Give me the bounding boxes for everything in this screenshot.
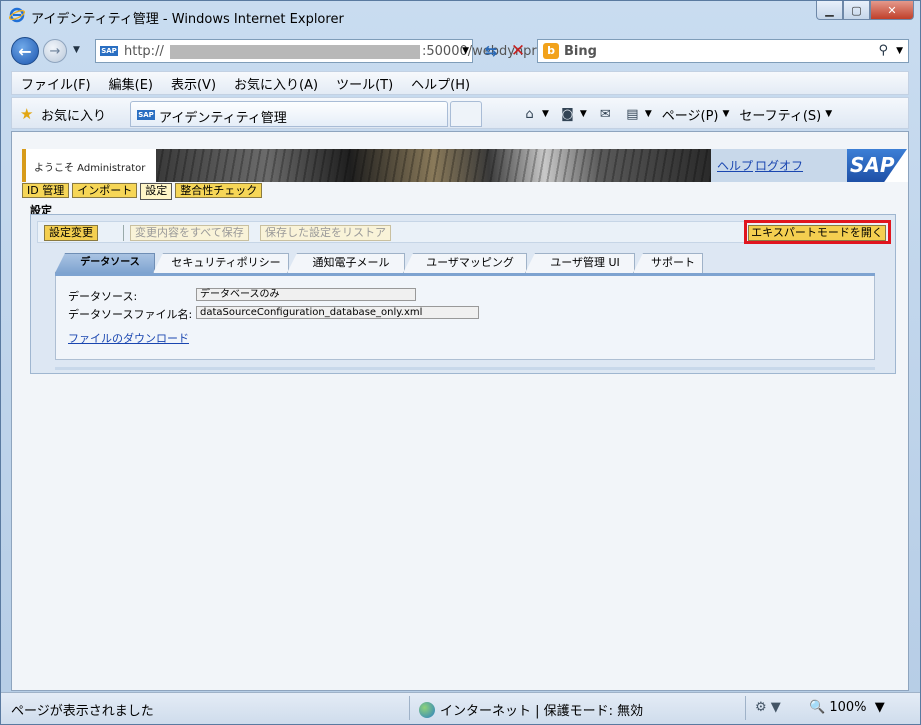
search-icon[interactable]: ⚲ bbox=[878, 43, 888, 58]
download-file-link[interactable]: ファイルのダウンロード bbox=[68, 330, 189, 346]
status-separator bbox=[409, 696, 410, 720]
zoom-level: 100% bbox=[829, 700, 867, 715]
tab-user-management-ui[interactable]: ユーザ管理 UI bbox=[525, 253, 635, 273]
address-bar[interactable]: SAP http:// :50000/webdynpro/ ▼ bbox=[95, 39, 549, 63]
welcome-area: ようこそ Administrator bbox=[26, 149, 156, 182]
close-button[interactable]: ✕ bbox=[870, 1, 914, 20]
page-menu-label: ページ(P) bbox=[661, 108, 719, 124]
security-zone-text: インターネット | 保護モード: 無効 bbox=[440, 704, 644, 719]
tab-security-policy[interactable]: セキュリティポリシー bbox=[153, 253, 289, 273]
menu-view[interactable]: 表示(V) bbox=[162, 74, 225, 93]
sap-header: ようこそ Administrator ヘルプ ログオフ SAP bbox=[22, 149, 908, 185]
safety-menu-label: セーフティ(S) bbox=[739, 108, 822, 124]
settings-toolbar: 設定変更 変更内容をすべて保存 保存した設定をリストア エキスパートモードを開く bbox=[37, 220, 891, 244]
mail-button[interactable]: ✉ bbox=[592, 106, 619, 123]
history-dropdown-icon[interactable]: ▼ bbox=[73, 45, 80, 55]
tab-notification-email[interactable]: 通知電子メール bbox=[287, 253, 405, 273]
menu-bar: ファイル(F) 編集(E) 表示(V) お気に入り(A) ツール(T) ヘルプ(… bbox=[11, 71, 909, 95]
print-button[interactable]: ▤ ▼ bbox=[619, 106, 657, 123]
globe-icon bbox=[419, 702, 435, 718]
restore-button[interactable]: 保存した設定をリストア bbox=[260, 225, 391, 241]
tab-import[interactable]: インポート bbox=[72, 183, 138, 198]
settings-panel: 設定変更 変更内容をすべて保存 保存した設定をリストア エキスパートモードを開く… bbox=[30, 214, 896, 374]
safety-menu[interactable]: セーフティ(S) ▼ bbox=[734, 105, 837, 124]
home-button[interactable]: ⌂ ▼ bbox=[516, 106, 554, 123]
status-text: ページが表示されました bbox=[11, 704, 154, 719]
favorites-button[interactable]: お気に入り bbox=[41, 105, 106, 124]
datasource-file-label: データソースファイル名: bbox=[68, 308, 193, 321]
maximize-button[interactable]: ▢ bbox=[843, 1, 870, 20]
tab-user-mapping[interactable]: ユーザマッピング bbox=[403, 253, 527, 273]
menu-tools[interactable]: ツール(T) bbox=[327, 74, 402, 93]
security-zone[interactable]: インターネット | 保護モード: 無効 bbox=[419, 700, 643, 719]
url-prefix: http:// bbox=[124, 44, 164, 59]
search-box[interactable]: b Bing ⚲ ▼ bbox=[537, 39, 909, 63]
refresh-icon[interactable]: ⇆ bbox=[479, 39, 503, 63]
home-icon: ⌂ bbox=[525, 106, 534, 122]
printer-icon: ▤ bbox=[626, 106, 639, 122]
page-viewport: ようこそ Administrator ヘルプ ログオフ SAP ID 管理 イン… bbox=[11, 131, 909, 691]
top-level-tabs: ID 管理 インポート 設定 整合性チェック bbox=[22, 183, 263, 200]
open-expert-mode-button[interactable]: エキスパートモードを開く bbox=[748, 225, 886, 241]
browser-tab[interactable]: SAP アイデンティティ管理 bbox=[130, 101, 448, 127]
help-link[interactable]: ヘルプ bbox=[717, 157, 753, 174]
zoom-control[interactable]: 🔍 100% ▼ bbox=[809, 700, 885, 715]
bing-icon: b bbox=[543, 43, 559, 59]
datasource-field: データベースのみ bbox=[196, 288, 416, 301]
settings-tabs: データソース セキュリティポリシー 通知電子メール ユーザマッピング ユーザ管理… bbox=[55, 251, 875, 273]
change-settings-button[interactable]: 設定変更 bbox=[44, 225, 98, 241]
tab-sap-icon: SAP bbox=[137, 110, 155, 120]
welcome-text: ようこそ Administrator bbox=[34, 163, 146, 174]
mail-icon: ✉ bbox=[599, 106, 611, 122]
search-provider: Bing bbox=[564, 44, 597, 59]
header-links: ヘルプ ログオフ bbox=[711, 149, 847, 182]
title-bar: アイデンティティ管理 - Windows Internet Explorer ▁… bbox=[1, 1, 920, 31]
sap-logo: SAP bbox=[847, 149, 908, 182]
favorites-star-icon[interactable]: ★ bbox=[20, 105, 33, 123]
browser-window: アイデンティティ管理 - Windows Internet Explorer ▁… bbox=[0, 0, 921, 725]
datasource-content: データソース: データベースのみ データソースファイル名: dataSource… bbox=[55, 276, 875, 360]
favorites-bar: ★ お気に入り SAP アイデンティティ管理 ⌂ ▼ ◙ ▼ ✉ ▤ ▼ ページ(P)… bbox=[11, 97, 909, 129]
redacted-host bbox=[170, 45, 420, 59]
menu-favorites[interactable]: お気に入り(A) bbox=[225, 74, 327, 93]
sap-logo-text: SAP bbox=[847, 149, 907, 182]
forward-button[interactable]: → bbox=[43, 39, 67, 63]
search-dropdown-icon[interactable]: ▼ bbox=[896, 46, 903, 56]
ie-icon bbox=[9, 7, 25, 23]
tab-settings[interactable]: 設定 bbox=[140, 183, 173, 200]
toolbar-separator bbox=[123, 225, 124, 241]
sap-favicon-icon: SAP bbox=[100, 46, 118, 56]
minimize-button[interactable]: ▁ bbox=[816, 1, 843, 20]
menu-file[interactable]: ファイル(F) bbox=[12, 74, 100, 93]
header-banner-image bbox=[156, 149, 711, 182]
status-separator bbox=[745, 696, 746, 720]
feeds-button[interactable]: ◙ ▼ bbox=[554, 106, 592, 123]
tab-datasource[interactable]: データソース bbox=[55, 253, 155, 273]
menu-help[interactable]: ヘルプ(H) bbox=[402, 74, 479, 93]
menu-edit[interactable]: 編集(E) bbox=[100, 74, 162, 93]
navigation-bar: ← → ▼ SAP http:// :50000/webdynpro/ ▼ ⇆ … bbox=[1, 31, 920, 69]
rss-icon: ◙ bbox=[561, 106, 574, 122]
panel-footer bbox=[55, 367, 875, 370]
logoff-link[interactable]: ログオフ bbox=[755, 157, 803, 174]
address-dropdown-icon[interactable]: ▼ bbox=[462, 46, 469, 56]
tab-consistency-check[interactable]: 整合性チェック bbox=[175, 183, 263, 198]
datasource-label: データソース: bbox=[68, 290, 138, 303]
tab-title: アイデンティティ管理 bbox=[159, 111, 287, 126]
page-menu[interactable]: ページ(P) ▼ bbox=[657, 105, 735, 124]
tab-support[interactable]: サポート bbox=[633, 253, 703, 273]
status-bar: ページが表示されました インターネット | 保護モード: 無効 ⚙ ▼ 🔍 10… bbox=[1, 692, 920, 724]
protected-mode-icon[interactable]: ⚙ ▼ bbox=[755, 700, 781, 715]
window-title: アイデンティティ管理 - Windows Internet Explorer bbox=[31, 12, 344, 27]
stop-icon[interactable]: ✕ bbox=[506, 39, 530, 63]
back-button[interactable]: ← bbox=[11, 37, 39, 65]
datasource-file-field: dataSourceConfiguration_database_only.xm… bbox=[196, 306, 479, 319]
command-bar: ⌂ ▼ ◙ ▼ ✉ ▤ ▼ ページ(P) ▼ セーフティ(S) ▼ bbox=[516, 102, 837, 126]
new-tab-button[interactable] bbox=[450, 101, 482, 127]
save-all-button[interactable]: 変更内容をすべて保存 bbox=[130, 225, 249, 241]
tab-id-management[interactable]: ID 管理 bbox=[22, 183, 70, 198]
